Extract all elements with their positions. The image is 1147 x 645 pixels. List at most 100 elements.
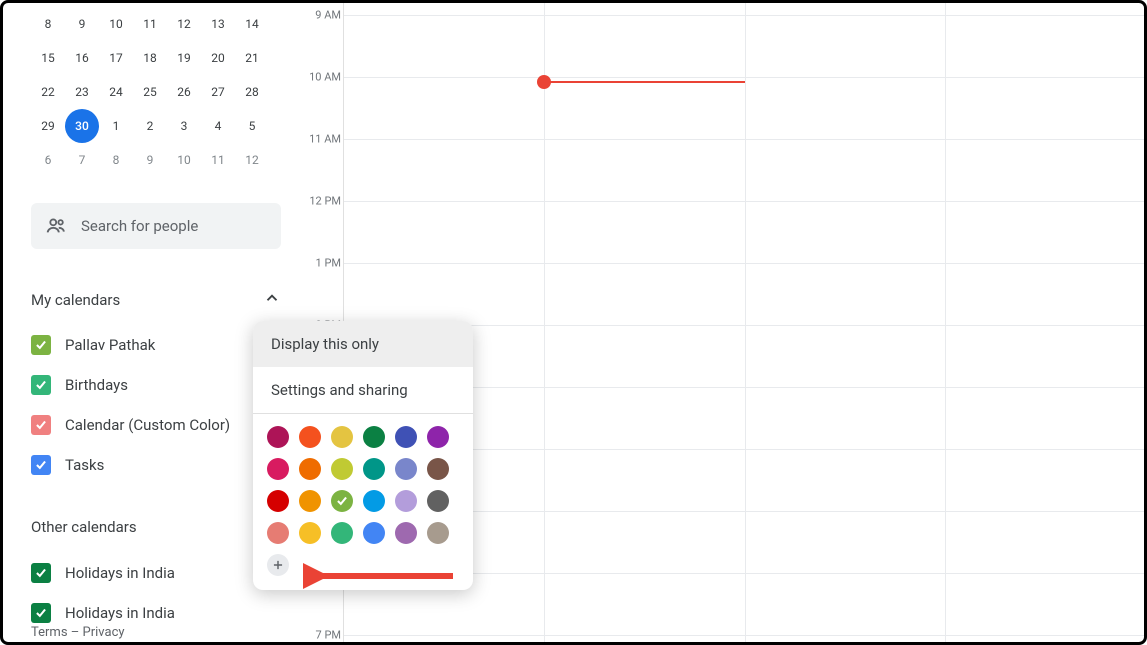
- calendar-checkbox[interactable]: [31, 375, 51, 395]
- color-swatch[interactable]: [267, 426, 289, 448]
- color-swatch[interactable]: [331, 458, 353, 480]
- other-calendars-title: Other calendars: [31, 518, 137, 536]
- mini-cal-day[interactable]: 17: [99, 41, 133, 75]
- color-swatch[interactable]: [427, 522, 449, 544]
- add-custom-color-button[interactable]: [267, 554, 289, 576]
- people-icon: [45, 215, 67, 237]
- mini-cal-day[interactable]: 23: [65, 75, 99, 109]
- sidebar: 8910111213141516171819202122232425262728…: [3, 3, 293, 642]
- mini-cal-day[interactable]: 10: [167, 143, 201, 177]
- calendar-label: Pallav Pathak: [65, 336, 155, 354]
- other-calendars-list: Holidays in India Holidays in India: [31, 553, 281, 633]
- mini-cal-day[interactable]: 22: [31, 75, 65, 109]
- mini-cal-day[interactable]: 1: [99, 109, 133, 143]
- color-swatch[interactable]: [427, 426, 449, 448]
- now-indicator-dot: [537, 75, 551, 89]
- color-swatch[interactable]: [331, 522, 353, 544]
- calendar-item[interactable]: Tasks: [31, 445, 281, 485]
- calendar-checkbox[interactable]: [31, 455, 51, 475]
- mini-cal-day[interactable]: 15: [31, 41, 65, 75]
- mini-cal-day[interactable]: 13: [201, 7, 235, 41]
- mini-cal-day[interactable]: 27: [201, 75, 235, 109]
- mini-cal-day[interactable]: 28: [235, 75, 269, 109]
- mini-cal-day[interactable]: 3: [167, 109, 201, 143]
- color-swatch[interactable]: [267, 522, 289, 544]
- day-gridline: [544, 3, 545, 642]
- my-calendars-list: Pallav Pathak Birthdays Calendar (Custom C…: [31, 325, 281, 485]
- color-swatch[interactable]: [363, 522, 385, 544]
- mini-cal-day[interactable]: 8: [31, 7, 65, 41]
- my-calendars-header[interactable]: My calendars: [31, 289, 281, 311]
- color-swatch[interactable]: [299, 490, 321, 512]
- calendar-checkbox[interactable]: [31, 603, 51, 623]
- color-swatch[interactable]: [299, 426, 321, 448]
- calendar-label: Birthdays: [65, 376, 128, 394]
- color-swatch[interactable]: [331, 490, 353, 512]
- color-swatch[interactable]: [395, 426, 417, 448]
- mini-cal-day[interactable]: 18: [133, 41, 167, 75]
- mini-calendar[interactable]: 8910111213141516171819202122232425262728…: [31, 7, 281, 177]
- display-this-only-item[interactable]: Display this only: [253, 321, 473, 367]
- mini-cal-day[interactable]: 9: [133, 143, 167, 177]
- mini-cal-day[interactable]: 12: [167, 7, 201, 41]
- mini-cal-day[interactable]: 30: [65, 109, 99, 143]
- mini-cal-day[interactable]: 4: [201, 109, 235, 143]
- mini-cal-day[interactable]: 14: [235, 7, 269, 41]
- color-swatch[interactable]: [299, 458, 321, 480]
- time-label: 12 PM: [309, 195, 341, 208]
- time-label: 1 PM: [316, 257, 341, 270]
- calendar-item[interactable]: Birthdays: [31, 365, 281, 405]
- mini-cal-day[interactable]: 10: [99, 7, 133, 41]
- mini-cal-day[interactable]: 25: [133, 75, 167, 109]
- color-swatch[interactable]: [331, 426, 353, 448]
- footer-links: Terms – Privacy: [31, 625, 125, 640]
- mini-cal-day[interactable]: 11: [201, 143, 235, 177]
- mini-cal-day[interactable]: 8: [99, 143, 133, 177]
- mini-cal-day[interactable]: 21: [235, 41, 269, 75]
- mini-cal-day[interactable]: 29: [31, 109, 65, 143]
- color-swatch[interactable]: [363, 426, 385, 448]
- day-gridline: [945, 3, 946, 642]
- mini-cal-day[interactable]: 16: [65, 41, 99, 75]
- time-label: 7 PM: [316, 629, 341, 642]
- mini-cal-day[interactable]: 9: [65, 7, 99, 41]
- calendar-label: Tasks: [65, 456, 104, 474]
- mini-cal-day[interactable]: 24: [99, 75, 133, 109]
- mini-cal-day[interactable]: 6: [31, 143, 65, 177]
- mini-cal-day[interactable]: 11: [133, 7, 167, 41]
- color-swatch[interactable]: [267, 458, 289, 480]
- calendar-item[interactable]: Pallav Pathak: [31, 325, 281, 365]
- calendar-checkbox[interactable]: [31, 415, 51, 435]
- mini-cal-day[interactable]: 12: [235, 143, 269, 177]
- color-picker-grid: [253, 414, 473, 590]
- color-swatch[interactable]: [363, 458, 385, 480]
- calendar-label: Holidays in India: [65, 604, 175, 622]
- color-swatch[interactable]: [395, 458, 417, 480]
- color-swatch[interactable]: [427, 490, 449, 512]
- calendar-item[interactable]: Calendar (Custom Color): [31, 405, 281, 445]
- mini-cal-day[interactable]: 19: [167, 41, 201, 75]
- time-label: 10 AM: [309, 71, 341, 84]
- settings-and-sharing-item[interactable]: Settings and sharing: [253, 367, 473, 413]
- color-swatch[interactable]: [395, 490, 417, 512]
- color-swatch[interactable]: [395, 522, 417, 544]
- other-calendars-header[interactable]: Other calendars: [31, 515, 281, 539]
- mini-cal-day[interactable]: 26: [167, 75, 201, 109]
- mini-cal-day[interactable]: 20: [201, 41, 235, 75]
- search-placeholder: Search for people: [81, 217, 198, 235]
- color-swatch[interactable]: [363, 490, 385, 512]
- calendar-checkbox[interactable]: [31, 335, 51, 355]
- calendar-item[interactable]: Holidays in India: [31, 553, 281, 593]
- chevron-up-icon: [263, 289, 281, 311]
- terms-link[interactable]: Terms: [31, 625, 68, 640]
- app-frame: 8910111213141516171819202122232425262728…: [0, 0, 1147, 645]
- privacy-link[interactable]: Privacy: [83, 625, 125, 640]
- mini-cal-day[interactable]: 5: [235, 109, 269, 143]
- mini-cal-day[interactable]: 7: [65, 143, 99, 177]
- color-swatch[interactable]: [299, 522, 321, 544]
- search-people-input[interactable]: Search for people: [31, 203, 281, 249]
- color-swatch[interactable]: [267, 490, 289, 512]
- color-swatch[interactable]: [427, 458, 449, 480]
- mini-cal-day[interactable]: 2: [133, 109, 167, 143]
- calendar-checkbox[interactable]: [31, 563, 51, 583]
